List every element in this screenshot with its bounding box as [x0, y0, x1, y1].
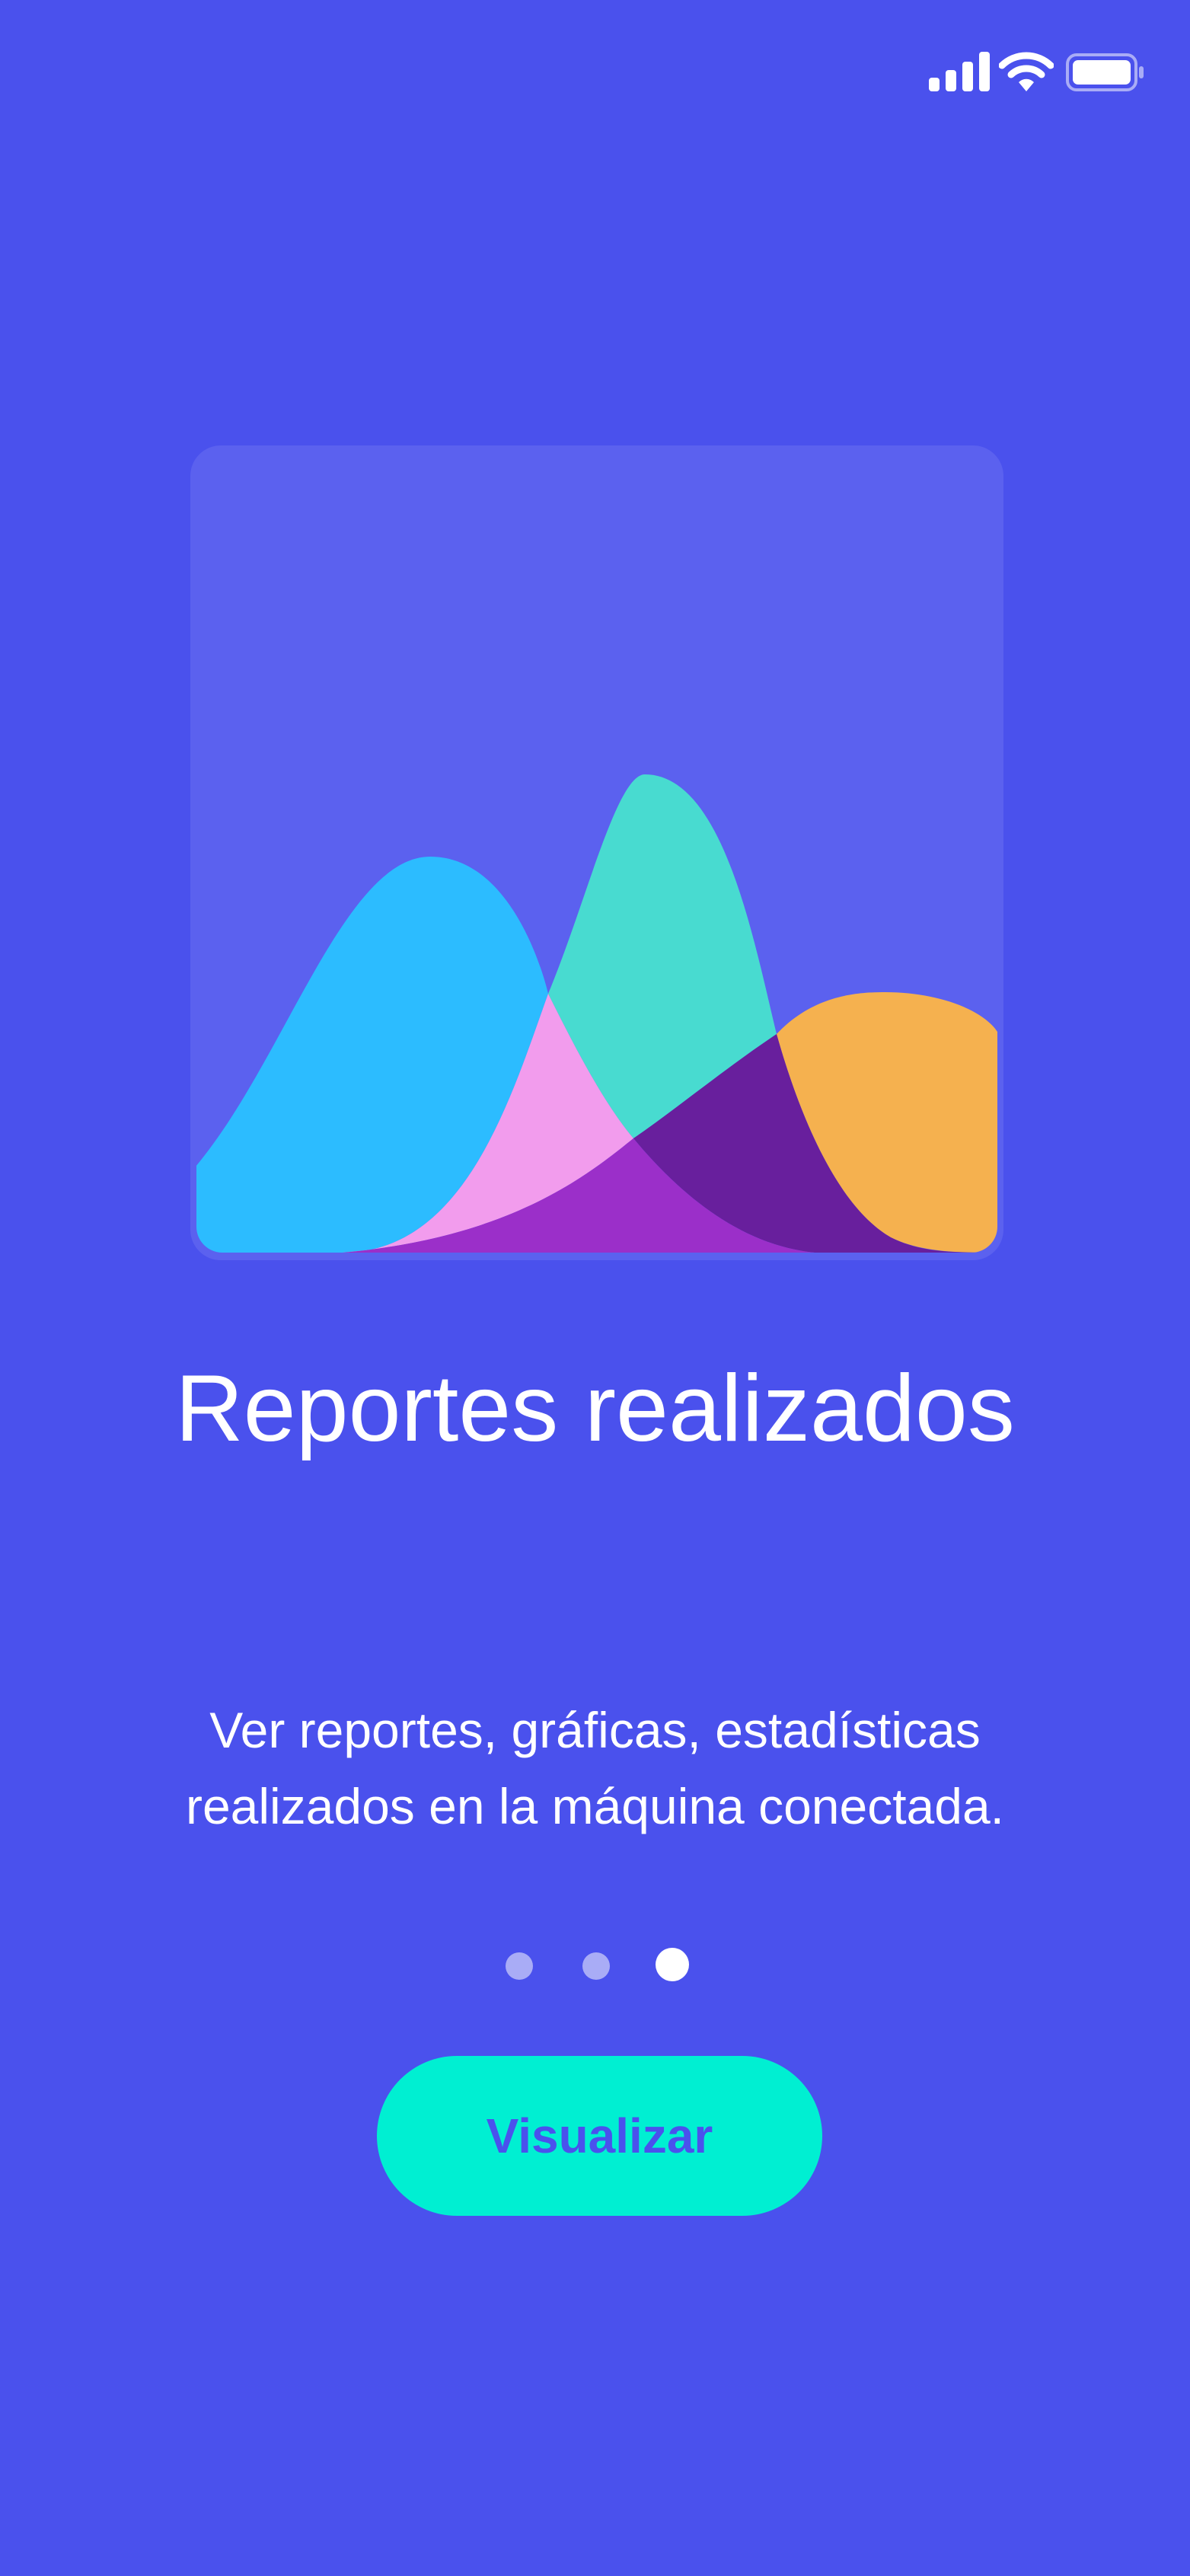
page-dot-3-active[interactable]: [656, 1948, 689, 1981]
page-dot-1[interactable]: [506, 1952, 533, 1980]
page-title: Reportes realizados: [175, 1356, 1015, 1461]
status-bar: [0, 0, 1190, 152]
area-chart-illustration: [190, 445, 1003, 1260]
page-dot-2[interactable]: [582, 1952, 610, 1980]
description-line-2: realizados en la máquina conectada.: [185, 1778, 1005, 1834]
visualize-button[interactable]: Visualizar: [377, 2056, 822, 2216]
wifi-icon: [999, 52, 1054, 91]
cellular-signal-icon: [929, 52, 990, 91]
description: Ver reportes, gráficas, estadísticas rea…: [0, 1692, 1190, 1844]
page-indicator: [0, 1948, 1190, 1981]
description-line-1: Ver reportes, gráficas, estadísticas: [209, 1702, 981, 1758]
battery-full-icon: [1066, 53, 1144, 91]
